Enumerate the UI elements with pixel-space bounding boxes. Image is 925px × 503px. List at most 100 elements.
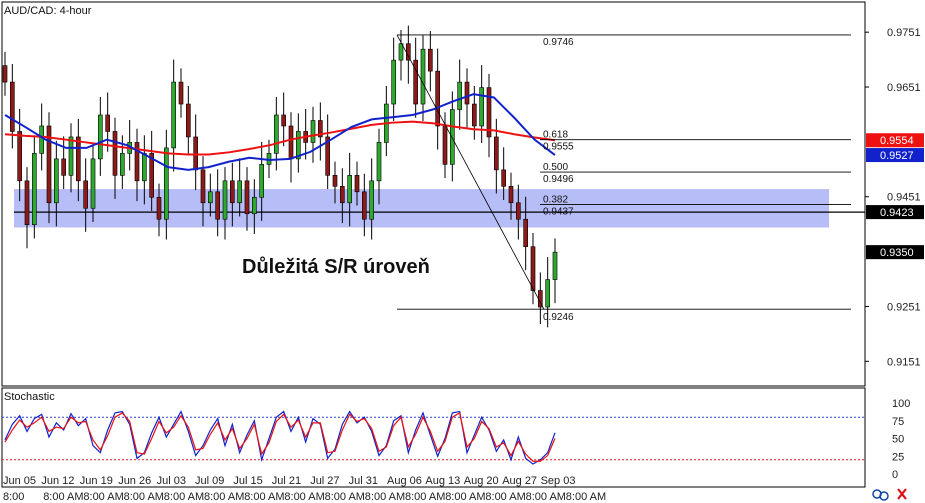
price-tick-label: 0.9451 (887, 192, 921, 204)
candle-body (200, 169, 206, 204)
price-tick-label: 0.9151 (887, 356, 921, 368)
x-date-label: Jul 15 (233, 475, 262, 487)
x-time-label: 8:00 AM (204, 491, 244, 503)
candle-body (347, 175, 352, 204)
chart-window: 0.9746 0.9246 0.618 0.9555 0.500 0.9496 0.382 0… (0, 0, 925, 503)
x-date-label: Aug 27 (502, 475, 537, 487)
x-date-label: Aug 13 (425, 475, 460, 487)
candle-body (516, 202, 521, 220)
candle-body (472, 103, 477, 127)
candle-body (281, 114, 286, 127)
candle-body (171, 81, 176, 149)
candle-body (450, 109, 455, 165)
x-date-label: Jun 26 (118, 475, 151, 487)
candle-body (105, 114, 110, 132)
candle-body (442, 125, 448, 165)
candle-body (369, 180, 374, 220)
x-time-label: 8:00 AM (405, 491, 445, 503)
x-date-label: Jul 03 (157, 475, 186, 487)
candle-body (68, 136, 74, 176)
stochastic-tick-label: 25 (892, 451, 904, 463)
candle-body (310, 120, 316, 143)
candle-body (252, 196, 257, 215)
link-icon (872, 489, 889, 501)
price-tag-label: 0.9350 (880, 247, 914, 259)
chart-title: AUD/CAD: 4-hour (4, 5, 92, 17)
x-date-label: Jul 31 (349, 475, 378, 487)
price-tick-label: 0.9751 (887, 27, 921, 39)
candle-body (332, 175, 338, 187)
close-icon (897, 488, 907, 500)
candle-body (230, 180, 235, 204)
x-time-label: 8:00 (3, 491, 24, 503)
price-tick-label: 0.9251 (887, 301, 921, 313)
candle-body (164, 147, 169, 220)
fib-ratio-label: 0.382 (543, 194, 568, 205)
stochastic-tick-label: 100 (892, 398, 910, 410)
stochastic-title: Stochastic (4, 391, 55, 403)
x-date-label: Aug 06 (387, 475, 422, 487)
candle-body (112, 131, 118, 176)
chart-canvas: 0.97460.92460.6180.95550.5000.94960.3820… (1, 1, 924, 503)
candle-body (406, 43, 411, 61)
candle-body (530, 246, 536, 291)
price-tick-label: 0.9651 (887, 82, 921, 94)
candle-body (354, 175, 360, 193)
candle-body (398, 43, 404, 61)
x-time-label: 8:00 AM (365, 491, 405, 503)
candle-body (508, 186, 514, 204)
candle-body (244, 180, 250, 215)
candle-body (98, 114, 103, 160)
candle-body (464, 81, 470, 105)
fib-ratio-label: 0.500 (543, 162, 568, 173)
x-time-label: 8:00 AM (83, 491, 123, 503)
candle-body (90, 158, 96, 209)
candle-body (186, 103, 191, 138)
x-date-label: Jul 09 (195, 475, 224, 487)
x-date-label: Jun 05 (3, 475, 36, 487)
candle-body (428, 48, 433, 72)
candle-body (391, 59, 396, 105)
stochastic-tick-label: 0 (892, 469, 898, 481)
candle-body (362, 191, 367, 220)
x-time-label: 8:00 AM (566, 491, 606, 503)
x-time-label: 8:00 AM (284, 491, 324, 503)
candle-body (83, 180, 88, 209)
candle-body (142, 153, 147, 182)
candle-body (208, 191, 213, 204)
x-time-label: 8:00 AM (526, 491, 566, 503)
candle-body (259, 164, 264, 198)
x-date-label: Sep 03 (541, 475, 576, 487)
fib-value-label: 0.9496 (543, 174, 574, 185)
candle-body (61, 158, 66, 176)
candle-body (237, 180, 242, 204)
candle-body (340, 186, 345, 204)
candle-body (17, 131, 22, 182)
candle-body (479, 87, 484, 127)
price-tag-label: 0.9423 (880, 207, 914, 219)
price-tag-label: 0.9527 (880, 150, 914, 162)
stochastic-pane-frame (1, 387, 866, 488)
candle-body (120, 153, 125, 176)
candle-body (222, 180, 228, 220)
candle-body (156, 196, 162, 220)
candle-body (39, 125, 44, 154)
x-date-label: Aug 20 (464, 475, 499, 487)
candle-body (552, 251, 558, 280)
candle-body (457, 81, 462, 110)
fib-value-label: 0.9555 (543, 142, 574, 153)
candle-body (215, 191, 220, 220)
candle-body (523, 218, 528, 247)
candle-body (288, 125, 294, 160)
stochastic-tick-label: 50 (892, 434, 904, 446)
candle-body (54, 158, 59, 204)
main-price-pane: 0.9746 0.9246 0.6180.9555 0.5000.9496 0.3820… (1, 1, 866, 387)
candle-body (76, 136, 81, 182)
x-date-label: Jun 12 (41, 475, 74, 487)
candle-body (274, 114, 279, 154)
candle-body (376, 142, 382, 182)
candle-body (501, 169, 506, 187)
x-date-label: Jun 19 (80, 475, 113, 487)
candle-body (24, 180, 30, 226)
candle-body (2, 65, 8, 83)
